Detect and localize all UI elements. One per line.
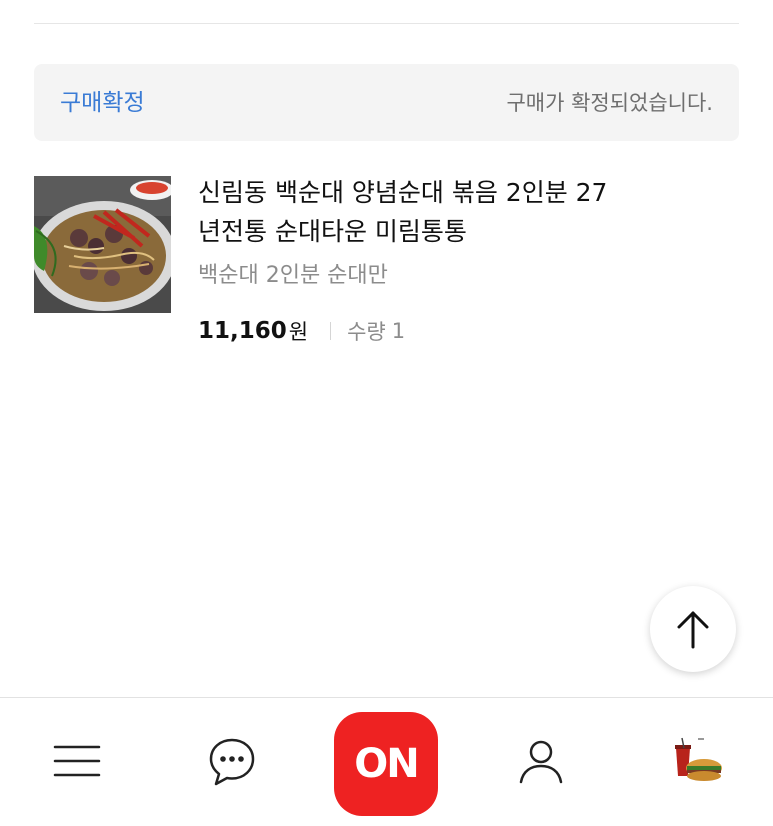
quantity-label: 수량 bbox=[347, 320, 386, 344]
product-option: 백순대 2인분 순대만 bbox=[198, 263, 388, 288]
recent-product-thumbnail-icon bbox=[675, 737, 722, 781]
product-title[interactable]: 신림동 백순대 양념순대 볶음 2인분 27 년전통 순대타운 미림통통 bbox=[198, 173, 738, 251]
on-label: ON bbox=[354, 741, 419, 787]
price-row: 11,160 원 수량 1 bbox=[198, 314, 405, 348]
bottom-navigation: ON bbox=[0, 697, 773, 826]
order-status-banner: 구매확정 구매가 확정되었습니다. bbox=[34, 64, 739, 141]
menu-icon bbox=[53, 745, 101, 777]
recent-product-button[interactable] bbox=[664, 732, 728, 790]
product-title-line-2: 년전통 순대타운 미림통통 bbox=[198, 217, 467, 246]
product-image[interactable] bbox=[34, 176, 171, 313]
product-title-line-1: 신림동 백순대 양념순대 볶음 2인분 27 bbox=[198, 178, 608, 207]
product-image-food bbox=[34, 176, 171, 313]
price-unit: 원 bbox=[288, 320, 309, 344]
order-status-message: 구매가 확정되었습니다. bbox=[506, 91, 713, 115]
price-divider bbox=[330, 322, 332, 340]
my-page-button[interactable] bbox=[510, 734, 572, 790]
price-value: 11,160 bbox=[198, 318, 287, 344]
chat-icon bbox=[209, 738, 255, 786]
menu-button[interactable] bbox=[44, 736, 110, 786]
arrow-up-icon bbox=[677, 611, 709, 649]
quantity-value: 1 bbox=[391, 319, 406, 343]
order-status-label: 구매확정 bbox=[60, 90, 145, 116]
scroll-to-top-button[interactable] bbox=[650, 586, 736, 672]
chat-button[interactable] bbox=[200, 734, 264, 790]
top-divider bbox=[34, 23, 739, 24]
person-icon bbox=[519, 740, 563, 784]
on-button[interactable]: ON bbox=[334, 712, 438, 816]
